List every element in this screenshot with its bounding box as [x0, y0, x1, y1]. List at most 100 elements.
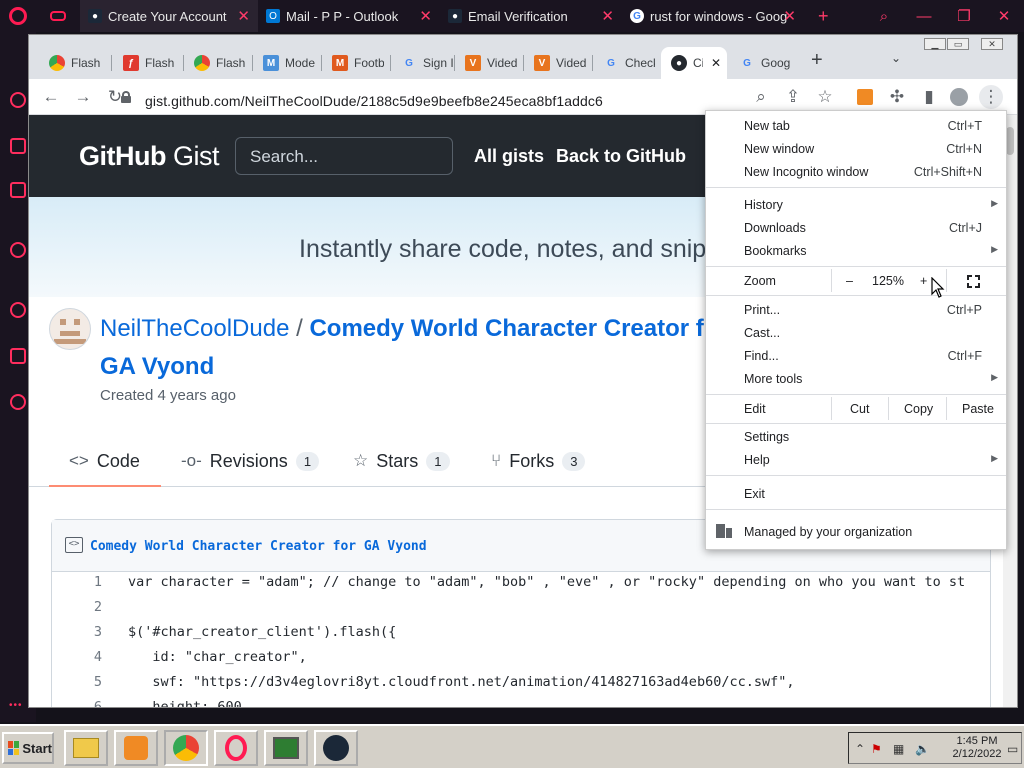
opera-tab-rust[interactable]: G rust for windows - Goog ✕ — [622, 0, 804, 32]
chrome-tab[interactable]: V Vided — [455, 47, 523, 79]
gamepad-icon[interactable] — [36, 0, 80, 32]
maximize-icon[interactable]: ▭ — [947, 38, 969, 50]
menu-bookmarks[interactable]: Bookmarks ▶ — [706, 239, 1006, 262]
opera-tab-outlook[interactable]: O Mail - P P - Outlook ✕ — [258, 0, 440, 32]
close-icon[interactable]: ✕ — [237, 7, 250, 25]
all-gists-link[interactable]: All gists — [474, 146, 544, 167]
menu-downloads[interactable]: Downloads Ctrl+J — [706, 216, 1006, 239]
close-icon[interactable]: ✕ — [419, 7, 432, 25]
more-vert-icon[interactable]: ⋮ — [979, 85, 1003, 109]
menu-history[interactable]: History ▶ — [706, 193, 1006, 216]
address-bar[interactable]: gist.github.com/NeilTheCoolDude/2188c5d9… — [145, 93, 603, 109]
gist-title: NeilTheCoolDude / Comedy World Character… — [100, 315, 704, 342]
task-manager-icon[interactable] — [264, 730, 308, 766]
restore-icon[interactable]: ❐ — [944, 0, 984, 32]
search-icon[interactable]: ⌕ — [864, 0, 904, 32]
menu-exit[interactable]: Exit — [706, 482, 1006, 505]
close-icon[interactable]: ✕ — [783, 7, 796, 25]
cube-icon[interactable] — [10, 348, 26, 364]
menu-managed[interactable]: Managed by your organization — [706, 520, 1006, 543]
history-icon[interactable] — [10, 302, 26, 318]
tab-revisions[interactable]: -o- Revisions 1 — [181, 447, 320, 475]
more-dots-icon[interactable]: ••• — [9, 700, 23, 711]
chrome-tab[interactable]: G Goog — [729, 47, 799, 79]
tab-search-chevron-icon[interactable]: ⌄ — [891, 51, 901, 65]
tray-clock[interactable]: 1:45 PM 2/12/2022 — [947, 735, 1007, 761]
chrome-tab[interactable]: ƒ Flash — [113, 47, 181, 79]
tray-security-icon[interactable]: ⚑ — [871, 742, 882, 756]
menu-help[interactable]: Help ▶ — [706, 448, 1006, 471]
share-icon[interactable]: ⇪ — [781, 85, 805, 109]
opera-logo-icon[interactable] — [0, 0, 36, 32]
avatar[interactable] — [49, 308, 91, 350]
fullscreen-icon[interactable] — [967, 275, 980, 288]
profile-avatar-icon[interactable] — [947, 85, 971, 109]
opera-tab-create-account[interactable]: ● Create Your Account ✕ — [80, 0, 258, 32]
paste-button[interactable]: Paste — [962, 402, 994, 416]
minimize-icon[interactable]: ▁ — [924, 38, 946, 50]
tab-forks[interactable]: ⑂ Forks 3 — [491, 447, 586, 475]
banner-text: Instantly share code, notes, and snippet… — [299, 235, 761, 263]
github-gist-logo[interactable]: GitHub Gist — [79, 141, 220, 172]
chrome-tab[interactable]: G Sign I — [391, 47, 459, 79]
show-desktop-icon[interactable]: ▭ — [1007, 742, 1018, 756]
bag-icon[interactable] — [10, 138, 26, 154]
menu-more-tools[interactable]: More tools ▶ — [706, 367, 1006, 390]
close-window-icon[interactable]: ✕ — [984, 0, 1024, 32]
extensions-puzzle-icon[interactable]: ✣ — [885, 85, 909, 109]
chrome-taskbar-icon[interactable] — [164, 730, 208, 766]
tray-expand-icon[interactable]: ⌃ — [855, 742, 865, 756]
gist-name-link[interactable]: Comedy World Character Creator f — [309, 315, 703, 342]
new-tab-plus-icon[interactable]: + — [818, 6, 829, 27]
extension-flash-icon[interactable] — [853, 85, 877, 109]
steam-taskbar-icon[interactable] — [314, 730, 358, 766]
zoom-out-button[interactable]: – — [846, 274, 853, 288]
lock-icon[interactable] — [121, 91, 131, 103]
twitch-icon[interactable] — [10, 182, 26, 198]
cut-button[interactable]: Cut — [850, 402, 869, 416]
tray-volume-icon[interactable]: 🔈 — [915, 742, 930, 756]
chrome-tab[interactable]: M Mode — [253, 47, 323, 79]
chrome-tab[interactable]: G Check — [593, 47, 661, 79]
opera-taskbar-icon[interactable] — [214, 730, 258, 766]
menu-find[interactable]: Find... Ctrl+F — [706, 344, 1006, 367]
start-button[interactable]: Start — [2, 732, 54, 764]
zoom-in-button[interactable]: + — [920, 274, 927, 288]
menu-new-window[interactable]: New window Ctrl+N — [706, 137, 1006, 160]
tab-stars[interactable]: ☆ Stars 1 — [353, 447, 450, 475]
new-tab-plus-icon[interactable]: + — [811, 49, 823, 72]
tray-network-icon[interactable]: ▦ — [893, 742, 904, 756]
author-link[interactable]: NeilTheCoolDude — [100, 315, 289, 342]
copy-button[interactable]: Copy — [904, 402, 933, 416]
player-icon[interactable] — [10, 242, 26, 258]
menu-cast[interactable]: Cast... — [706, 321, 1006, 344]
gist-name-link-line2[interactable]: GA Vyond — [100, 353, 214, 381]
menu-new-tab[interactable]: New tab Ctrl+T — [706, 114, 1006, 137]
zoom-magnifier-icon[interactable]: ⌕ — [749, 85, 773, 109]
menu-incognito[interactable]: New Incognito window Ctrl+Shift+N — [706, 160, 1006, 183]
chrome-tab[interactable]: Flash — [39, 47, 107, 79]
menu-settings[interactable]: Settings — [706, 425, 1006, 448]
media-player-icon[interactable] — [114, 730, 158, 766]
back-to-github-link[interactable]: Back to GitHub — [556, 146, 686, 167]
forward-arrow-icon[interactable]: → — [71, 85, 95, 109]
speed-dial-icon[interactable] — [10, 92, 26, 108]
gist-search-input[interactable]: Search... — [235, 137, 453, 175]
file-name-link[interactable]: Comedy World Character Creator for GA Vy… — [90, 539, 427, 554]
explorer-folder-icon[interactable] — [64, 730, 108, 766]
bookmark-star-icon[interactable]: ☆ — [813, 85, 837, 109]
tab-code[interactable]: <> Code — [69, 447, 140, 475]
minimize-icon[interactable]: — — [904, 0, 944, 32]
chrome-tab-active[interactable]: ● Ci ✕ — [661, 47, 727, 79]
close-icon[interactable]: ✕ — [711, 56, 721, 70]
back-arrow-icon[interactable]: ← — [39, 85, 63, 109]
close-icon[interactable]: ✕ — [601, 7, 614, 25]
chrome-tab[interactable]: Flash — [184, 47, 252, 79]
opera-tab-email-verification[interactable]: ● Email Verification ✕ — [440, 0, 622, 32]
menu-print[interactable]: Print... Ctrl+P — [706, 298, 1006, 321]
close-window-icon[interactable]: ✕ — [981, 38, 1003, 50]
side-panel-icon[interactable]: ▮ — [917, 85, 941, 109]
settings-gear-icon[interactable] — [10, 394, 26, 410]
chrome-tab[interactable]: V Vided — [524, 47, 592, 79]
chrome-tab[interactable]: M Footb — [322, 47, 390, 79]
